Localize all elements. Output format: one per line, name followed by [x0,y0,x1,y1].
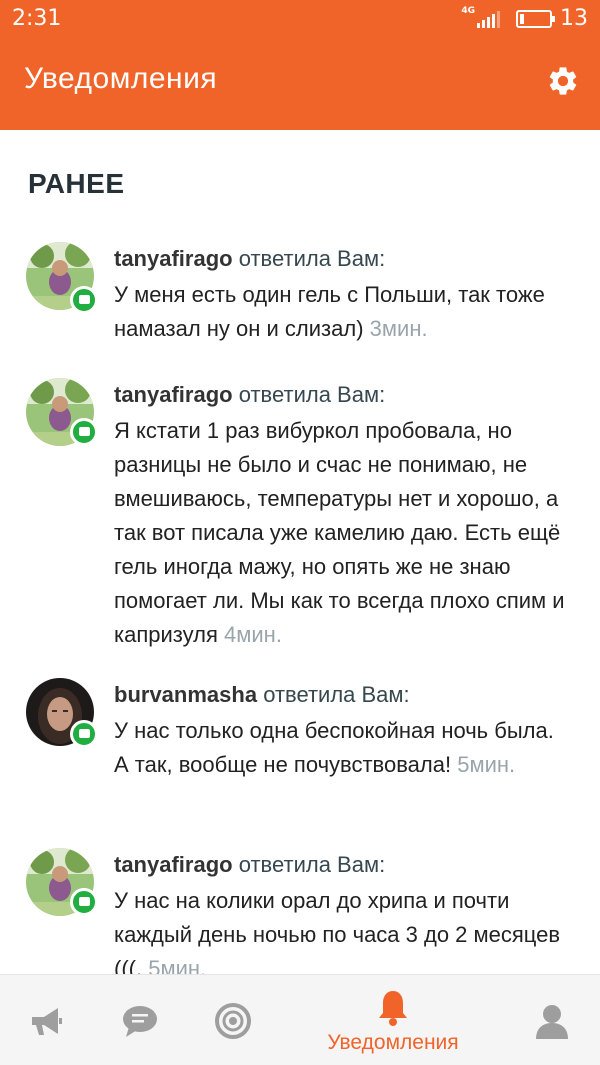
notification-message: У нас на колики орал до хрипа и почти ка… [114,884,574,974]
tab-activity[interactable] [203,975,263,1065]
notification-action: ответила Вам: [238,382,386,407]
bell-icon [379,990,407,1026]
notification-action: ответила Вам: [263,682,410,707]
battery-level: 13 [560,6,588,31]
notification-content: tanyafirago ответила Вам: У меня есть од… [114,242,574,346]
network-type: 4G [461,5,475,16]
reply-badge-icon [70,418,98,446]
status-icons: 4G 13 [461,5,588,32]
tab-notifications[interactable]: Уведомления [308,975,478,1065]
notification-time: 5мин. [457,752,516,777]
notification-item[interactable]: burvanmasha ответила Вам: У нас только о… [0,678,600,818]
target-icon [215,1002,251,1039]
settings-button[interactable] [546,64,580,98]
page-title: Уведомления [24,62,218,95]
profile-icon [536,1004,568,1039]
notification-action: ответила Вам: [238,852,386,877]
gear-icon [549,67,577,95]
status-bar: 2:31 4G 13 [0,0,600,38]
tab-feed[interactable] [16,975,76,1065]
notification-header: tanyafirago ответила Вам: [114,848,574,882]
tab-notifications-label: Уведомления [327,1030,459,1054]
section-title: РАНЕЕ [28,168,125,199]
notification-header: tanyafirago ответила Вам: [114,242,574,276]
tab-profile[interactable] [522,975,582,1065]
notification-header: burvanmasha ответила Вам: [114,678,574,712]
notification-item[interactable]: tanyafirago ответила Вам: У нас на колик… [0,848,600,974]
megaphone-icon [32,1007,62,1035]
chat-icon [123,1005,157,1037]
app-header: 2:31 4G 13 Уведомления [0,0,600,130]
reply-badge-icon [70,720,98,748]
notification-time: 5мин. [148,956,207,974]
notification-message: Я кстати 1 раз вибуркол пробовала, но ра… [114,414,574,652]
reply-badge-icon [70,286,98,314]
message-text: У меня есть один гель с Польши, так тоже… [114,282,545,341]
notification-content: tanyafirago ответила Вам: Я кстати 1 раз… [114,378,574,652]
username[interactable]: tanyafirago [114,852,233,877]
username[interactable]: burvanmasha [114,682,257,707]
notification-action: ответила Вам: [238,246,386,271]
notification-time: 3мин. [369,316,428,341]
message-text: Я кстати 1 раз вибуркол пробовала, но ра… [114,418,565,647]
notification-time: 4мин. [224,622,282,647]
username[interactable]: tanyafirago [114,382,233,407]
notification-content: tanyafirago ответила Вам: У нас на колик… [114,848,574,974]
signal-icon [477,10,500,28]
notification-item[interactable]: tanyafirago ответила Вам: Я кстати 1 раз… [0,378,600,653]
status-time: 2:31 [12,6,62,31]
battery-icon [516,9,555,28]
notification-message: У меня есть один гель с Польши, так тоже… [114,278,574,346]
notification-item[interactable]: tanyafirago ответила Вам: У меня есть од… [0,242,600,352]
bottom-nav: Уведомления [0,974,600,1065]
username[interactable]: tanyafirago [114,246,233,271]
reply-badge-icon [70,888,98,916]
notification-header: tanyafirago ответила Вам: [114,378,574,412]
notification-message: У нас только одна беспокойная ночь была.… [114,714,574,782]
notification-content: burvanmasha ответила Вам: У нас только о… [114,678,574,782]
tab-messages[interactable] [110,975,170,1065]
